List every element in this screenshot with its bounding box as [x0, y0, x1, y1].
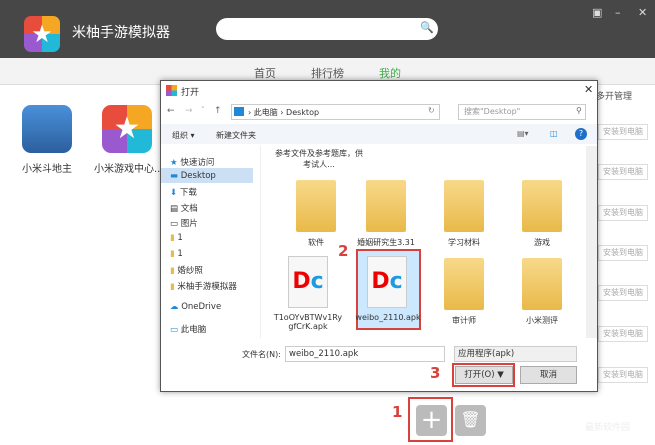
close-icon[interactable]: ✕: [584, 83, 593, 96]
nav-downloads[interactable]: ⬇ 下载: [170, 186, 197, 198]
new-folder-button[interactable]: 新建文件夹: [216, 130, 256, 141]
computer-icon: [234, 107, 244, 116]
breadcrumb-item[interactable]: Desktop: [286, 108, 319, 117]
nav-this-pc[interactable]: ▭ 此电脑: [170, 323, 206, 335]
step-label: 1: [392, 403, 403, 421]
star-icon: ★: [24, 16, 60, 52]
install-button[interactable]: 安装到电脑: [598, 245, 648, 261]
file-name[interactable]: T1oOYvBTWv1RygfCrK.apk: [273, 313, 343, 331]
folder-icon: ▮: [170, 266, 175, 276]
chevron-down-icon[interactable]: ˅: [201, 106, 205, 114]
nav-folder[interactable]: ▮ 米柚手游模拟器: [170, 280, 237, 292]
install-button[interactable]: 安装到电脑: [598, 164, 648, 180]
filename-label: 文件名(N):: [242, 350, 281, 359]
step-label: 2: [338, 242, 349, 260]
file-name[interactable]: weibo_2110.apk: [353, 313, 423, 322]
nav-folder[interactable]: ▮ 1: [170, 233, 183, 243]
cloud-icon: ☁: [170, 302, 179, 312]
file-name[interactable]: 小米测评: [507, 315, 577, 326]
view-icon[interactable]: ▤▾: [517, 129, 529, 138]
app-icon: [166, 85, 177, 96]
folder-icon[interactable]: [366, 180, 406, 232]
game-name[interactable]: 小米游戏中心...: [94, 160, 164, 175]
search-input[interactable]: [216, 18, 438, 40]
search-icon[interactable]: ⚲: [576, 106, 582, 115]
tab-ranking[interactable]: 排行榜: [311, 65, 344, 81]
close-icon[interactable]: ✕: [638, 6, 647, 19]
tab-mine[interactable]: 我的: [379, 65, 401, 81]
nav-folder[interactable]: ▮ 婚纱照: [170, 264, 203, 276]
step-3-highlight: [452, 363, 515, 387]
computer-icon: ▭: [170, 325, 179, 335]
game-icon-center[interactable]: ★: [102, 105, 152, 153]
folder-icon: ▮: [170, 282, 175, 292]
install-button[interactable]: 安装到电脑: [598, 326, 648, 342]
download-icon: ⬇: [170, 188, 178, 198]
step-1-highlight: [408, 397, 453, 442]
picture-icon: ▭: [170, 219, 179, 229]
install-button[interactable]: 安装到电脑: [598, 285, 648, 301]
breadcrumb: › 此电脑 › Desktop: [248, 108, 320, 117]
restore-icon[interactable]: ▣: [592, 6, 602, 19]
install-button[interactable]: 安装到电脑: [598, 205, 648, 221]
multi-instance-header[interactable]: 多开管理: [596, 89, 632, 102]
file-name[interactable]: 学习材料: [429, 237, 499, 248]
install-button[interactable]: 安装到电脑: [598, 124, 648, 140]
nav-folder[interactable]: ▮ 1: [170, 249, 183, 259]
cancel-button[interactable]: 取消: [520, 366, 577, 384]
app-title: 米柚手游模拟器: [72, 25, 170, 41]
game-icon-doudizhu[interactable]: [22, 105, 72, 153]
file-name[interactable]: 审计师: [429, 315, 499, 326]
refresh-icon[interactable]: ↻: [428, 106, 435, 115]
nav-desktop[interactable]: ▬ Desktop: [170, 171, 216, 181]
up-icon[interactable]: ↑: [214, 106, 222, 116]
minimize-icon[interactable]: –: [615, 6, 621, 19]
search-icon[interactable]: 🔍: [420, 21, 434, 34]
help-icon[interactable]: ?: [575, 128, 587, 140]
folder-icon[interactable]: [522, 180, 562, 232]
trash-icon[interactable]: 🗑: [455, 405, 486, 436]
scrollbar[interactable]: [586, 146, 597, 338]
organize-button[interactable]: 组织 ▾: [172, 130, 195, 141]
watermark: 最新软件园: [585, 423, 631, 433]
dialog-search-input[interactable]: 搜索"Desktop": [458, 104, 586, 120]
folder-icon[interactable]: [444, 180, 484, 232]
folder-icon[interactable]: [522, 258, 562, 310]
game-name[interactable]: 小米斗地主: [22, 160, 72, 175]
step-label: 3: [430, 364, 441, 382]
back-icon[interactable]: ←: [167, 106, 175, 116]
nav-onedrive[interactable]: ☁ OneDrive: [170, 302, 221, 312]
preview-pane-icon[interactable]: ◫: [550, 129, 558, 138]
dialog-title: 打开: [181, 88, 200, 98]
tab-home[interactable]: 首页: [254, 65, 276, 81]
document-icon: ▤: [170, 204, 179, 214]
breadcrumb-item[interactable]: 此电脑: [254, 108, 278, 117]
forward-icon[interactable]: →: [185, 106, 193, 116]
file-name[interactable]: 游戏: [507, 237, 577, 248]
apk-file-icon[interactable]: Dc: [367, 256, 407, 308]
install-button[interactable]: 安装到电脑: [598, 367, 648, 383]
filetype-select[interactable]: 应用程序(apk): [454, 346, 577, 362]
nav-quick-access[interactable]: ★ 快速访问: [170, 156, 214, 168]
star-icon: ★: [170, 158, 178, 168]
folder-icon[interactable]: [296, 180, 336, 232]
folder-icon: ▮: [170, 249, 175, 259]
desktop-icon: ▬: [170, 171, 179, 181]
apk-file-icon[interactable]: Dc: [288, 256, 328, 308]
file-name[interactable]: 婚姻研究生3.31: [351, 237, 421, 248]
folder-icon: ▮: [170, 233, 175, 243]
nav-documents[interactable]: ▤ 文档: [170, 202, 198, 214]
file-item[interactable]: 参考文件及参考题库，供考试人...: [274, 148, 364, 170]
folder-icon[interactable]: [444, 258, 484, 310]
filename-input[interactable]: weibo_2110.apk: [285, 346, 445, 362]
nav-pictures[interactable]: ▭ 图片: [170, 217, 198, 229]
